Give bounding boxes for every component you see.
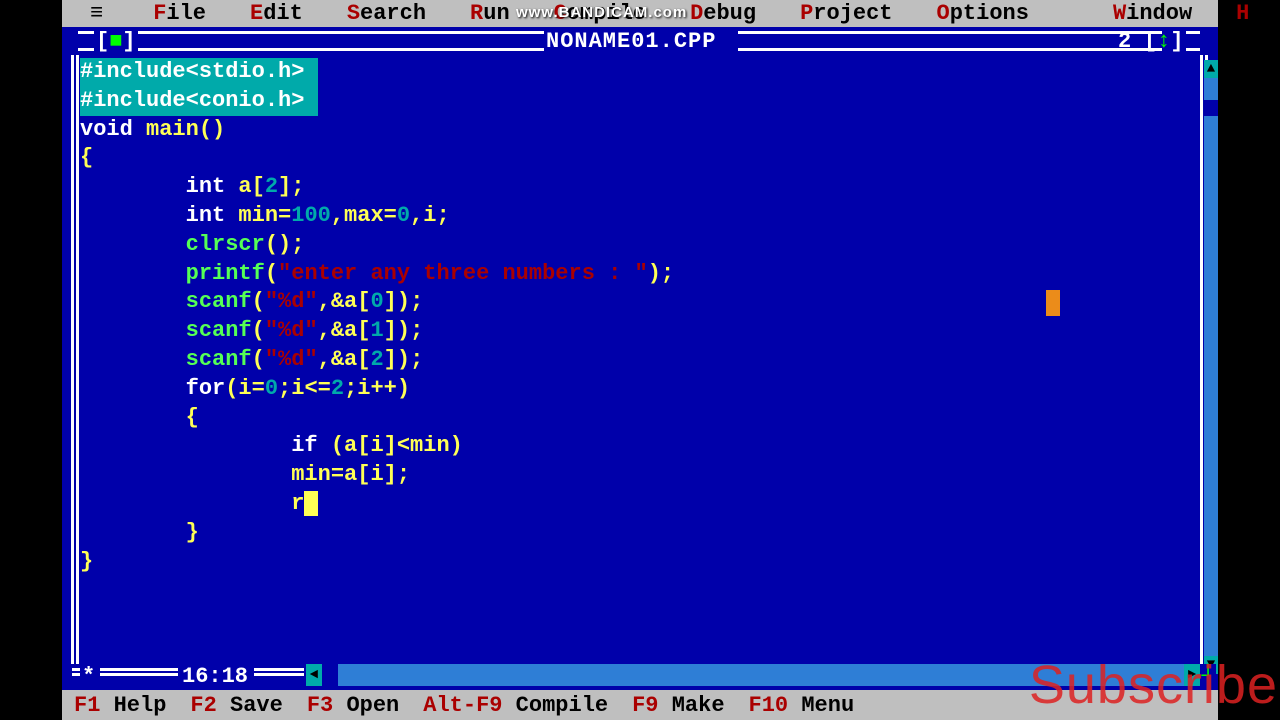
cursor-position: 16:18 bbox=[182, 664, 248, 689]
ide-window: ≡ File Edit Search Run Compile Debug Pro… bbox=[62, 0, 1218, 720]
selection: #include<stdio.h> bbox=[80, 58, 318, 87]
fn-menu[interactable]: F10 Menu bbox=[737, 693, 867, 718]
menu-options[interactable]: Options bbox=[915, 1, 1051, 26]
watermark: www.BANDICAM.com bbox=[516, 4, 687, 21]
code-editor[interactable]: #include<stdio.h> #include<conio.h> void… bbox=[80, 58, 1198, 660]
marker bbox=[1046, 290, 1060, 316]
window-title: NONAME01.CPP bbox=[546, 29, 716, 54]
hscroll-thumb[interactable] bbox=[322, 664, 338, 686]
scroll-thumb[interactable] bbox=[1204, 100, 1218, 116]
menu-help[interactable]: Help bbox=[1214, 1, 1280, 26]
fn-make[interactable]: F9 Make bbox=[620, 693, 736, 718]
window-title-bar: [■] NONAME01.CPP 2 [↕] bbox=[62, 27, 1218, 55]
modified-indicator: * bbox=[82, 664, 95, 689]
menu-search[interactable]: Search bbox=[325, 1, 448, 26]
vertical-scrollbar[interactable]: ▲ ▼ bbox=[1204, 60, 1218, 674]
subscribe-overlay: Subscribe bbox=[1029, 654, 1278, 716]
text-cursor: _ bbox=[304, 491, 317, 516]
system-menu-icon[interactable]: ≡ bbox=[62, 1, 131, 26]
hscroll-left-icon[interactable]: ◄ bbox=[306, 664, 322, 686]
menu-window[interactable]: Window bbox=[1091, 1, 1214, 26]
zoom-button[interactable]: [↕] bbox=[1144, 29, 1184, 54]
fn-compile[interactable]: Alt-F9 Compile bbox=[411, 693, 620, 718]
selection: #include<conio.h> bbox=[80, 87, 318, 116]
window-number: 2 bbox=[1118, 29, 1131, 54]
menu-project[interactable]: Project bbox=[778, 1, 914, 26]
menu-file[interactable]: File bbox=[131, 1, 228, 26]
fn-save[interactable]: F2 Save bbox=[178, 693, 294, 718]
close-button[interactable]: [■] bbox=[96, 29, 136, 54]
scroll-up-icon[interactable]: ▲ bbox=[1204, 60, 1218, 78]
fn-help[interactable]: F1 Help bbox=[62, 693, 178, 718]
frame-left bbox=[71, 55, 79, 664]
menu-edit[interactable]: Edit bbox=[228, 1, 325, 26]
fn-open[interactable]: F3 Open bbox=[295, 693, 411, 718]
scroll-track[interactable] bbox=[1204, 78, 1218, 656]
